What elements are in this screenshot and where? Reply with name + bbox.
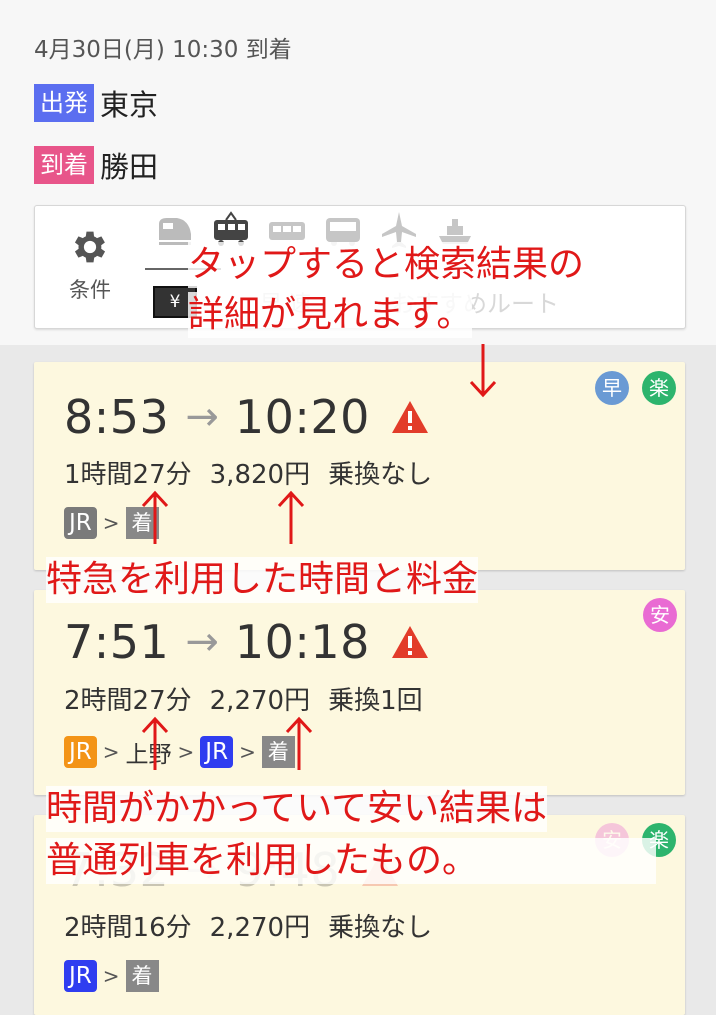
- annotation-express-note: 特急を利用した時間と料金: [46, 557, 479, 603]
- transfers: 乗換1回: [328, 686, 423, 716]
- arrival-badge: 到着: [34, 146, 94, 184]
- arrival-station: 勝田: [100, 150, 159, 184]
- time-row: 8:53 → 10:20: [64, 390, 430, 444]
- condition-button[interactable]: 条件: [61, 226, 119, 304]
- tag-easy: 楽: [642, 371, 676, 405]
- departure-row[interactable]: 出発 東京: [34, 84, 158, 122]
- chevron-right-icon: >: [102, 511, 120, 535]
- arrow-right-icon: →: [185, 394, 219, 440]
- transfers: 乗換なし: [328, 913, 433, 943]
- departure-time: 8:53: [64, 390, 170, 444]
- departure-station: 東京: [100, 88, 159, 122]
- duration: 1時間27分: [64, 460, 192, 490]
- fare: 3,820円: [209, 460, 311, 490]
- line-badge: JR: [64, 736, 97, 768]
- warning-icon: [391, 626, 428, 658]
- arrival-time: 10:18: [234, 615, 370, 669]
- annotation-local-note-1: 時間がかかっていて安い結果は: [46, 786, 548, 832]
- line-badge: JR: [200, 736, 234, 768]
- annotation-tap-hint-2: 詳細が見れます。: [188, 292, 473, 338]
- warning-icon: [391, 401, 428, 433]
- fare: 2,270円: [209, 686, 311, 716]
- departure-badge: 出発: [34, 84, 94, 122]
- route-line: JR > 上野 > JR > 着: [64, 735, 295, 769]
- arrival-datetime[interactable]: 4月30日(月) 10:30 到着: [34, 30, 292, 64]
- destination-badge: 着: [125, 960, 159, 992]
- route-summary: 2時間16分 2,270円 乗換なし: [64, 907, 450, 944]
- route-summary: 1時間27分 3,820円 乗換なし: [64, 454, 450, 491]
- annotation-arrow-up-icon: [141, 490, 169, 544]
- arrival-row[interactable]: 到着 勝田: [34, 146, 158, 184]
- line-badge: JR: [64, 960, 97, 992]
- annotation-tap-hint-1: タップすると検索結果の: [188, 242, 682, 288]
- chevron-right-icon: >: [177, 740, 195, 764]
- gear-icon: [74, 231, 106, 263]
- chevron-right-icon: >: [102, 740, 120, 764]
- route-summary: 2時間27分 2,270円 乗換1回: [64, 680, 441, 717]
- chevron-right-icon: >: [239, 740, 256, 764]
- arrival-time: 10:20: [234, 390, 370, 444]
- route-line: JR > 着: [64, 960, 159, 992]
- annotation-local-note-2: 普通列車を利用したもの。: [46, 838, 656, 884]
- duration: 2時間27分: [64, 686, 192, 716]
- annotation-arrow-up-icon: [285, 716, 313, 770]
- departure-time: 7:51: [64, 615, 170, 669]
- condition-label: 条件: [69, 278, 111, 302]
- arrow-right-icon: →: [185, 619, 219, 665]
- time-row: 7:51 → 10:18: [64, 615, 430, 669]
- fare: 2,270円: [209, 913, 311, 943]
- line-badge: JR: [64, 507, 97, 539]
- duration: 2時間16分: [64, 913, 192, 943]
- annotation-arrow-up-icon: [277, 490, 305, 544]
- annotation-arrow-down-icon: [469, 344, 497, 398]
- result-card-2[interactable]: 7:51 → 10:18 2時間27分 2,270円 乗換1回 JR > 上野 > …: [34, 590, 685, 795]
- tag-cheap: 安: [643, 598, 677, 632]
- result-card-1[interactable]: 8:53 → 10:20 1時間27分 3,820円 乗換なし JR > 着 早 楽: [34, 362, 685, 570]
- chevron-right-icon: >: [102, 964, 120, 988]
- tag-fast: 早: [595, 371, 629, 405]
- transfers: 乗換なし: [328, 460, 433, 490]
- annotation-arrow-up-icon: [141, 716, 169, 770]
